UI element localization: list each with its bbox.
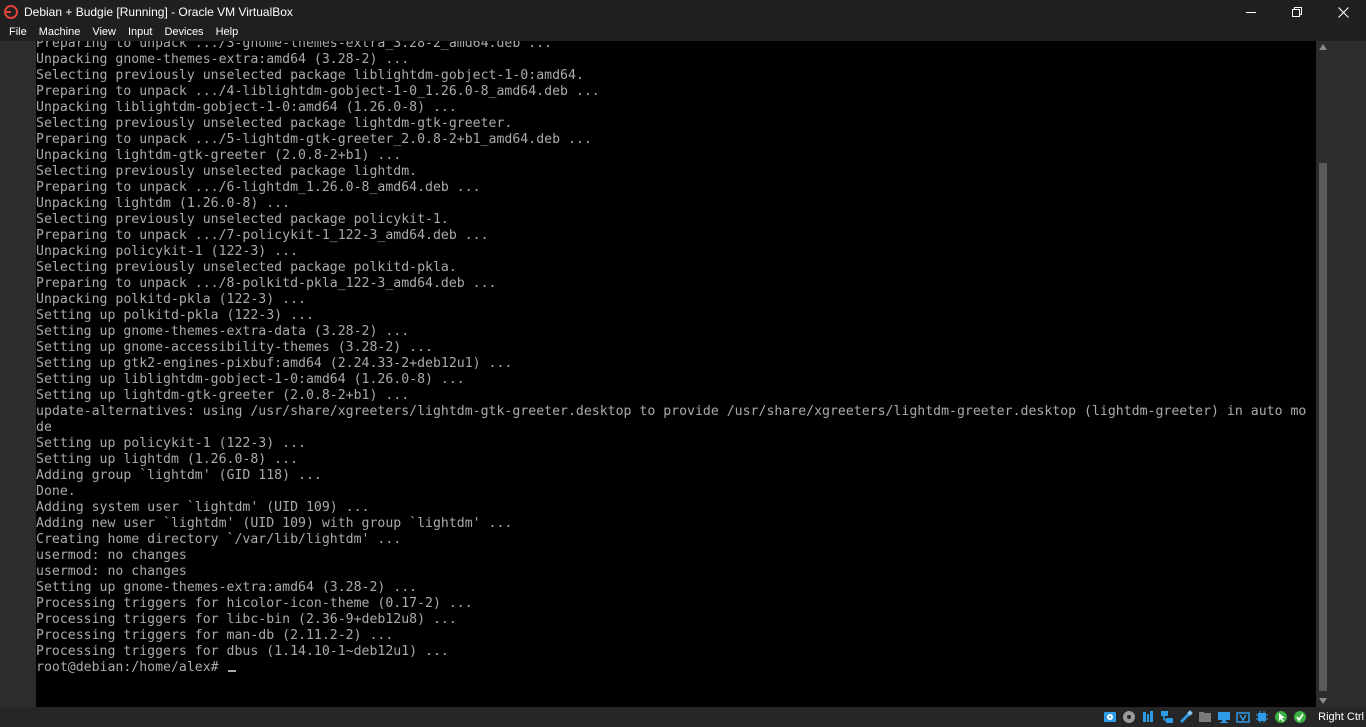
vm-display[interactable]: Preparing to unpack .../3-gnome-themes-e… — [0, 41, 1366, 707]
video-capture-icon[interactable] — [1235, 709, 1251, 725]
cpu-icon[interactable] — [1254, 709, 1270, 725]
virtualbox-window: Debian + Budgie [Running] - Oracle VM Vi… — [0, 0, 1366, 727]
window-controls — [1228, 0, 1366, 24]
network-icon[interactable] — [1159, 709, 1175, 725]
terminal-line: Setting up gnome-themes-extra:amd64 (3.2… — [36, 580, 418, 595]
optical-disk-icon[interactable] — [1121, 709, 1137, 725]
menu-view[interactable]: View — [86, 24, 122, 41]
menu-machine[interactable]: Machine — [33, 24, 87, 41]
terminal-line: update-alternatives: using /usr/share/xg… — [36, 404, 1307, 419]
status-indicators — [1099, 709, 1308, 725]
terminal-line: Preparing to unpack .../7-policykit-1_12… — [36, 228, 489, 243]
terminal-output: Preparing to unpack .../3-gnome-themes-e… — [36, 41, 1316, 676]
audio-icon[interactable] — [1140, 709, 1156, 725]
text-cursor — [227, 670, 236, 672]
terminal-line: Setting up gnome-themes-extra-data (3.28… — [36, 324, 410, 339]
terminal-line: Unpacking policykit-1 (122-3) ... — [36, 244, 299, 259]
usb-icon[interactable] — [1178, 709, 1194, 725]
menu-input[interactable]: Input — [122, 24, 158, 41]
minimize-icon — [1246, 12, 1256, 13]
terminal-line: Unpacking lightdm (1.26.0-8) ... — [36, 196, 291, 211]
terminal-line: Preparing to unpack .../6-lightdm_1.26.0… — [36, 180, 481, 195]
scroll-down-button[interactable] — [1316, 695, 1330, 707]
close-button[interactable] — [1320, 0, 1366, 24]
terminal-line: Unpacking liblightdm-gobject-1-0:amd64 (… — [36, 100, 457, 115]
menu-devices[interactable]: Devices — [158, 24, 209, 41]
terminal-prompt-line[interactable]: root@debian:/home/alex# — [36, 660, 1316, 676]
terminal-line: Creating home directory `/var/lib/lightd… — [36, 532, 402, 547]
terminal-line: Adding new user `lightdm' (UID 109) with… — [36, 516, 513, 531]
restore-button[interactable] — [1274, 0, 1320, 24]
restore-icon — [1292, 7, 1302, 17]
terminal-line: Setting up polkitd-pkla (122-3) ... — [36, 308, 314, 323]
terminal-line: Processing triggers for dbus (1.14.10-1~… — [36, 644, 449, 659]
terminal-line: Setting up lightdm (1.26.0-8) ... — [36, 452, 299, 467]
terminal-line: de — [36, 420, 52, 435]
shell-prompt: root@debian:/home/alex# — [36, 660, 227, 675]
terminal-line: Setting up policykit-1 (122-3) ... — [36, 436, 306, 451]
terminal-line: Selecting previously unselected package … — [36, 164, 418, 179]
title-bar[interactable]: Debian + Budgie [Running] - Oracle VM Vi… — [0, 0, 1366, 24]
terminal-line: Processing triggers for libc-bin (2.36-9… — [36, 612, 457, 627]
terminal-line: Setting up lightdm-gtk-greeter (2.0.8-2+… — [36, 388, 410, 403]
display-icon[interactable] — [1216, 709, 1232, 725]
chevron-down-icon — [1319, 698, 1327, 704]
terminal-line: Selecting previously unselected package … — [36, 68, 584, 83]
scroll-track[interactable] — [1319, 55, 1327, 693]
terminal-line: Processing triggers for man-db (2.11.2-2… — [36, 628, 394, 643]
terminal-line: Unpacking lightdm-gtk-greeter (2.0.8-2+b… — [36, 148, 402, 163]
keyboard-capture-icon[interactable] — [1292, 709, 1308, 725]
scroll-up-button[interactable] — [1316, 41, 1330, 53]
virtualbox-logo-icon — [3, 4, 19, 20]
window-title: Debian + Budgie [Running] - Oracle VM Vi… — [24, 5, 293, 19]
terminal-line: Preparing to unpack .../8-polkitd-pkla_1… — [36, 276, 497, 291]
status-bar: Right Ctrl — [0, 707, 1366, 727]
menu-help[interactable]: Help — [210, 24, 245, 41]
terminal-line: usermod: no changes — [36, 564, 187, 579]
terminal-console[interactable]: Preparing to unpack .../3-gnome-themes-e… — [36, 41, 1316, 707]
terminal-line: Done. — [36, 484, 76, 499]
menu-bar: File Machine View Input Devices Help — [0, 24, 1366, 41]
terminal-line: usermod: no changes — [36, 548, 187, 563]
terminal-line: Adding system user `lightdm' (UID 109) .… — [36, 500, 370, 515]
close-icon — [1337, 6, 1349, 18]
terminal-line: Unpacking gnome-themes-extra:amd64 (3.28… — [36, 52, 410, 67]
terminal-line: Preparing to unpack .../5-lightdm-gtk-gr… — [36, 132, 592, 147]
shared-folders-icon[interactable] — [1197, 709, 1213, 725]
mouse-integration-icon[interactable] — [1273, 709, 1289, 725]
terminal-line: Setting up gnome-accessibility-themes (3… — [36, 340, 433, 355]
terminal-line: Selecting previously unselected package … — [36, 260, 457, 275]
minimize-button[interactable] — [1228, 0, 1274, 24]
scroll-thumb[interactable] — [1319, 163, 1327, 691]
terminal-line: Processing triggers for hicolor-icon-the… — [36, 596, 473, 611]
terminal-line: Preparing to unpack .../3-gnome-themes-e… — [36, 41, 553, 51]
terminal-line: Setting up liblightdm-gobject-1-0:amd64 … — [36, 372, 465, 387]
terminal-line: Preparing to unpack .../4-liblightdm-gob… — [36, 84, 600, 99]
host-key-label[interactable]: Right Ctrl — [1318, 711, 1364, 723]
terminal-line: Selecting previously unselected package … — [36, 116, 513, 131]
vertical-scrollbar[interactable] — [1316, 41, 1330, 707]
terminal-line: Unpacking polkitd-pkla (122-3) ... — [36, 292, 306, 307]
chevron-up-icon — [1319, 44, 1327, 50]
terminal-line: Adding group `lightdm' (GID 118) ... — [36, 468, 322, 483]
terminal-line: Setting up gtk2-engines-pixbuf:amd64 (2.… — [36, 356, 513, 371]
terminal-line: Selecting previously unselected package … — [36, 212, 449, 227]
hard-disk-icon[interactable] — [1102, 709, 1118, 725]
menu-file[interactable]: File — [0, 24, 33, 41]
